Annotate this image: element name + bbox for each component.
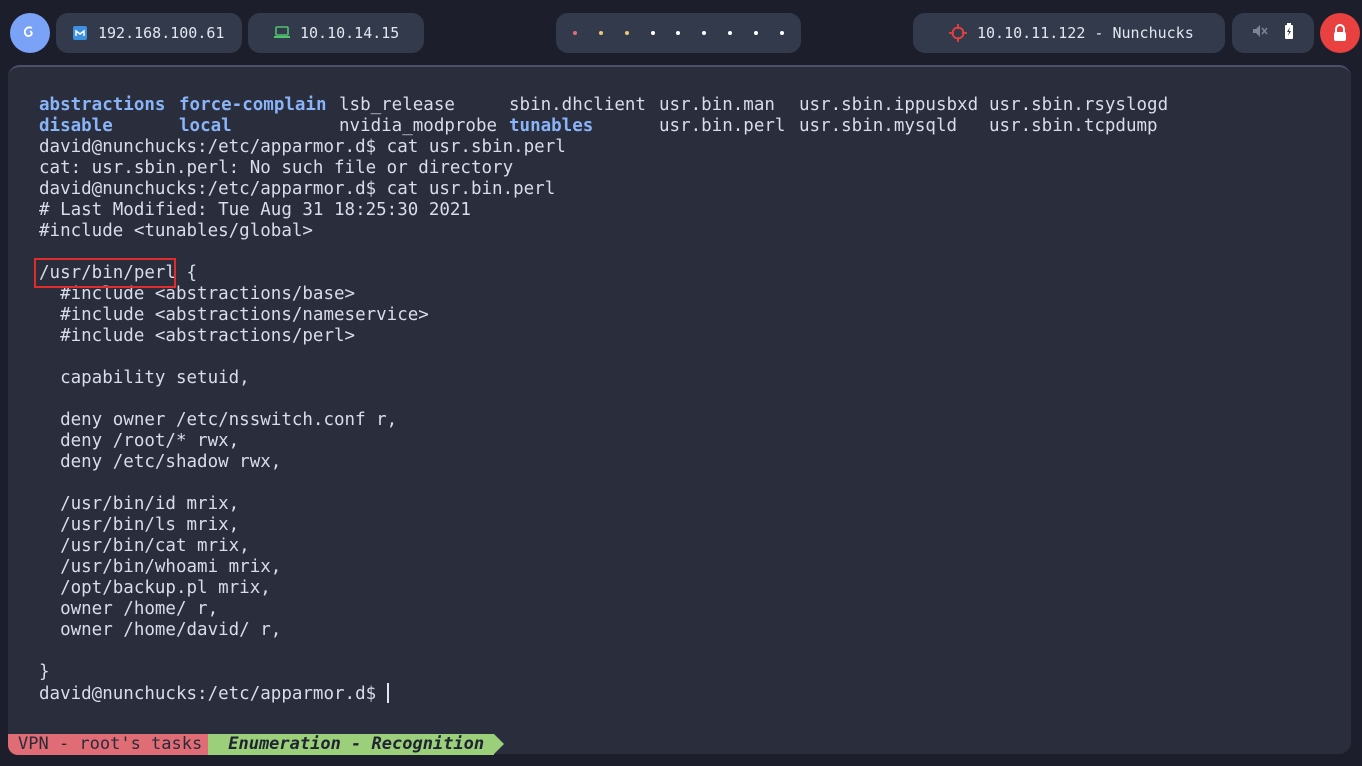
lock-icon [1334,24,1346,41]
ls-file: nvidia_modprobe [339,116,498,136]
terminal-line: /usr/bin/ls mrix, [39,515,240,535]
terminal-line: # Last Modified: Tue Aug 31 18:25:30 202… [39,200,471,220]
local-ip-widget[interactable]: 192.168.100.61 [56,13,242,53]
debian-swirl-icon [23,26,33,37]
terminal-line: } [39,662,50,682]
network-icon [72,25,88,41]
ls-row: disable local nvidia_modprobe tunables usr.b… [39,116,1169,137]
terminal-line: owner /home/david/ r, [39,620,282,640]
debian-logo-button[interactable] [10,13,50,53]
local-ip-label: 192.168.100.61 [98,24,225,42]
terminal-line: #include <abstractions/perl> [39,326,356,346]
terminal-line: /usr/bin/whoami mrix, [39,557,282,577]
ls-directory: abstractions [39,95,166,115]
highlight-box [34,258,176,288]
terminal-window[interactable]: abstractions force-complain lsb_release sbi… [8,65,1351,755]
ls-file: usr.sbin.ippusbxd [799,95,979,115]
ls-directory: local [179,116,232,136]
terminal-output: abstractions force-complain lsb_release sbi… [39,95,1169,704]
workspace-dot-9[interactable] [779,31,784,35]
terminal-line: #include <abstractions/nameservice> [39,305,429,325]
terminal-line: #include <abstractions/base> [39,284,356,304]
volume-muted-icon[interactable] [1252,24,1268,42]
text-cursor [386,683,389,703]
workspace-dot-4[interactable] [650,31,655,35]
workspace-dot-2[interactable] [598,31,603,35]
status-bar: VPN - root's tasks Enumeration - Recogni… [8,734,504,755]
terminal-line: /usr/bin/id mrix, [39,494,240,514]
ls-directory: disable [39,116,113,136]
terminal-line: david@nunchucks:/etc/apparmor.d$ cat usr… [39,179,556,199]
system-tray [1232,13,1314,53]
status-segment-phase[interactable]: Enumeration - Recognition [208,734,504,755]
terminal-line: /usr/bin/perl { [39,263,198,283]
workspace-switcher[interactable] [556,13,801,53]
ls-file: sbin.dhclient [509,95,646,115]
ls-row: abstractions force-complain lsb_release sbi… [39,95,1169,116]
workspace-dot-3[interactable] [624,31,629,35]
ls-file: usr.sbin.tcpdump [989,116,1158,136]
laptop-icon [274,26,290,40]
workspace-dot-7[interactable] [728,31,733,35]
status-segment-vpn[interactable]: VPN - root's tasks [8,734,219,755]
terminal-line: /opt/backup.pl mrix, [39,578,271,598]
target-label: 10.10.11.122 - Nunchucks [977,24,1194,42]
lock-screen-button[interactable] [1320,13,1360,53]
terminal-line: /usr/bin/cat mrix, [39,536,250,556]
terminal-line: #include <tunables/global> [39,221,313,241]
terminal-line: deny /root/* rwx, [39,431,240,451]
target-widget[interactable]: 10.10.11.122 - Nunchucks [913,13,1225,53]
ls-file: lsb_release [339,95,455,115]
workspace-dot-5[interactable] [676,31,681,35]
ls-file: usr.bin.perl [659,116,786,136]
terminal-line: deny /etc/shadow rwx, [39,452,282,472]
terminal-line: deny owner /etc/nsswitch.conf r, [39,410,398,430]
prompt-line[interactable]: david@nunchucks:/etc/apparmor.d$ [39,683,1169,704]
ls-directory: force-complain [179,95,327,115]
ls-file: usr.sbin.rsyslogd [989,95,1169,115]
terminal-line: capability setuid, [39,368,250,388]
top-bar: 192.168.100.61 10.10.14.15 10.10.11.122 … [0,0,1362,64]
workspace-dot-8[interactable] [754,31,759,35]
vpn-ip-label: 10.10.14.15 [300,24,400,42]
ls-file: usr.sbin.mysqld [799,116,958,136]
workspace-dot-1[interactable] [572,31,577,35]
vpn-ip-widget[interactable]: 10.10.14.15 [248,13,424,53]
workspace-dot-6[interactable] [702,31,707,35]
crosshair-icon [949,24,967,42]
ls-file: usr.bin.man [659,95,775,115]
terminal-line: cat: usr.sbin.perl: No such file or dire… [39,158,514,178]
battery-icon[interactable] [1284,23,1294,43]
ls-directory: tunables [509,116,594,136]
terminal-line: david@nunchucks:/etc/apparmor.d$ cat usr… [39,137,566,157]
shell-prompt: david@nunchucks:/etc/apparmor.d$ [39,684,387,704]
terminal-line: owner /home/ r, [39,599,219,619]
